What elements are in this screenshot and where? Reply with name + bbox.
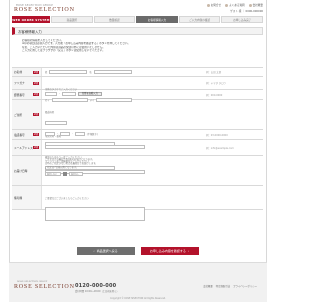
step-bar-brand: WEB ORDER SYSTEM	[12, 16, 50, 23]
top-link-faq[interactable]: よくある質問	[225, 3, 245, 7]
label-phone: 電話番号 必須	[12, 130, 42, 139]
phone-middle-input[interactable]	[59, 131, 70, 136]
footer-link-privacy[interactable]: プライバシーポリシー	[233, 284, 257, 288]
label-remarks: 備考欄	[12, 186, 42, 209]
first-name-input[interactable]	[93, 69, 132, 74]
step-5: お申し込み完了	[221, 16, 263, 23]
step-2: 数量確認	[93, 16, 136, 23]
footer-brand-tagline: ROSE SELECTION GROUP	[17, 280, 48, 283]
label-email: メールアドレス 必須	[12, 140, 42, 155]
footer-link-company[interactable]: 会社概要	[203, 284, 213, 288]
label-kana: フリガナ 必須	[12, 77, 42, 89]
delivery-date-select[interactable]: 指定しない	[45, 172, 61, 176]
top-links: お問合せ よくある質問 会社概要	[206, 3, 263, 7]
row-phone: 電話番号 必須 - - (半角数字) 例：03-0000-0000	[12, 130, 263, 140]
footer-links: 会社概要 特定商取引法 プライバシーポリシー	[203, 284, 257, 288]
copyright: Copyright © ROSE SELECTION All Rights Re…	[110, 297, 166, 300]
footer-brand-logo[interactable]: ROSE SELECTION	[14, 284, 75, 290]
chevron-left-icon: ‹	[93, 249, 95, 253]
top-link-contact[interactable]: お問合せ	[206, 3, 221, 7]
remarks-textarea[interactable]	[45, 207, 145, 221]
phone-last-input[interactable]	[74, 131, 85, 136]
step-1: 商品選択	[51, 16, 93, 23]
page-title: お客様情報入力	[12, 27, 263, 35]
back-button[interactable]: ‹ 商品選択へ戻る	[76, 247, 135, 255]
row-address: ご住所 必須 都道府県 市区町村・番地 マンション名・部屋番号もご入力ください	[12, 100, 263, 174]
row-zip: 郵便番号 必須 - 住所を自動入力 例：000-0000	[12, 90, 263, 100]
chevron-right-icon: ›	[187, 249, 190, 253]
step-3-active: お客様情報入力	[136, 16, 178, 23]
row-remarks: 備考欄 ご要望などございましたらご入力ください	[12, 186, 263, 221]
customer-form: お名前 必須 姓 名 例：山田 太郎 フリガナ 必須 全角カタカナでご入力ください …	[12, 67, 263, 221]
mail-icon	[206, 3, 210, 7]
prefecture-select[interactable]	[45, 120, 67, 125]
footer-link-law[interactable]: 特定商取引法	[216, 284, 230, 288]
step-bar: WEB ORDER SYSTEM 商品選択 数量確認 お客様情報入力 ご入力内容…	[12, 16, 263, 23]
phone-area-input[interactable]	[45, 131, 55, 136]
email-input[interactable]	[45, 141, 115, 146]
zip-lookup-button[interactable]: 住所を自動入力	[77, 91, 102, 96]
label-name: お名前 必須	[12, 68, 42, 76]
building-icon	[248, 3, 252, 7]
label-address: ご住所 必須	[12, 100, 42, 129]
footer: ROSE SELECTION GROUP ROSE SELECTION 0120…	[9, 262, 267, 302]
user-line: ゲスト 様 ｜ 0000-000000	[230, 10, 263, 13]
form-buttons: ‹ 商品選択へ戻る お申し込み内容を確認する ›	[0, 247, 275, 255]
label-delivery: お届け日時	[12, 156, 42, 185]
row-delivery: お届け日時 ご注文日から最短で3日後のお届けとなります。 日時のご指定がない場合…	[12, 156, 263, 186]
zip-first-input[interactable]	[45, 91, 57, 96]
zip-second-input[interactable]	[61, 91, 76, 96]
step-4: ご入力内容の確認	[178, 16, 221, 23]
row-kana: フリガナ 必須 全角カタカナでご入力ください セイ メイ 例：ヤマダ タロウ	[12, 77, 263, 102]
delivery-time-select[interactable]: 指定なし	[69, 172, 83, 176]
question-icon	[225, 3, 229, 7]
row-email: メールアドレス 必須 確認のためもう一度ご入力ください 例：info@exampl…	[12, 140, 263, 171]
brand-logo[interactable]: ROSE SELECTION	[14, 7, 75, 13]
label-zip: 郵便番号 必須	[12, 90, 42, 99]
row-name: お名前 必須 姓 名 例：山田 太郎	[12, 68, 263, 77]
top-link-company[interactable]: 会社概要	[248, 3, 263, 7]
intro-text: お客様の情報を入力してください。 ※印の項目は必須入力です。入力後「お申し込み内…	[22, 39, 131, 52]
confirm-button[interactable]: お申し込み内容を確認する ›	[140, 247, 199, 255]
last-name-input[interactable]	[49, 69, 88, 74]
footer-phone-note: 受付時間 10:00〜18:00（土日祝を除く）	[75, 290, 119, 293]
calendar-icon[interactable]	[63, 172, 67, 176]
